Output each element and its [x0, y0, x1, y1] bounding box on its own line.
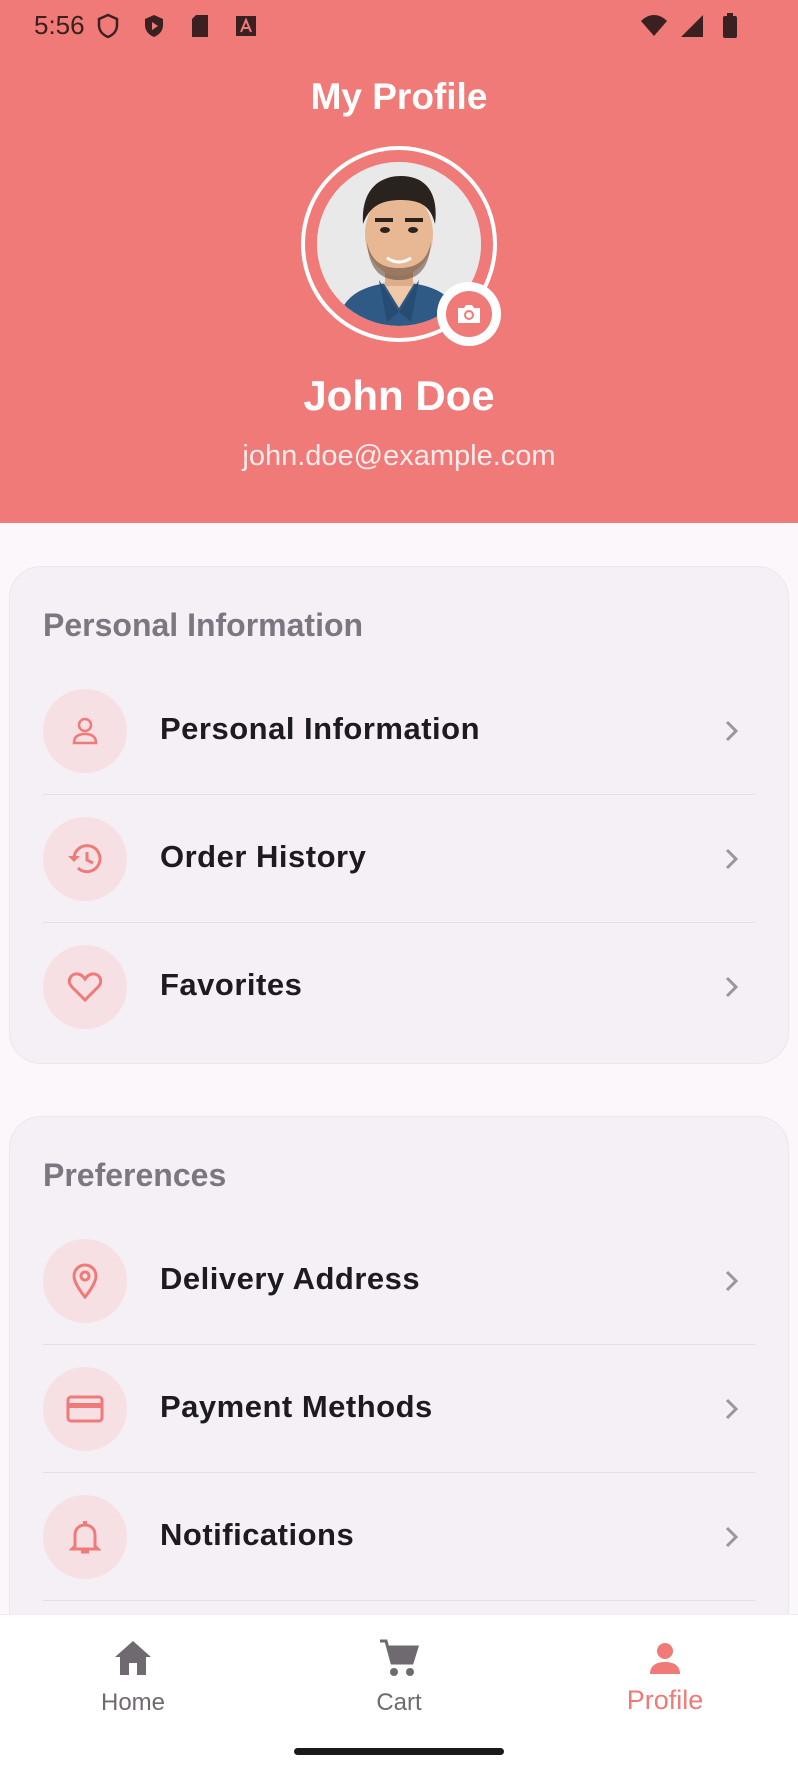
order-history-item[interactable]: Order History [43, 795, 755, 923]
chevron-right-icon [725, 976, 739, 998]
delivery-address-item[interactable]: Delivery Address [43, 1217, 755, 1345]
home-indicator[interactable] [294, 1748, 504, 1755]
chevron-right-icon [725, 1398, 739, 1420]
profile-header: 5:56 My Profile John Doe john.doe@exampl… [0, 0, 798, 523]
play-protect-icon [140, 12, 168, 40]
battery-icon [716, 12, 744, 40]
personal-information-item[interactable]: Personal Information [43, 667, 755, 795]
history-icon [43, 817, 127, 901]
nav-label: Cart [376, 1689, 422, 1716]
home-icon [43, 1633, 223, 1683]
item-label: Personal Information [160, 711, 481, 746]
change-photo-button[interactable] [437, 282, 501, 346]
page-title: My Profile [310, 76, 488, 117]
heart-icon [43, 945, 127, 1029]
divider [43, 1600, 755, 1601]
nav-label: Profile [626, 1685, 704, 1715]
signal-icon [678, 12, 706, 40]
personal-information-card: Personal Information Personal Informatio… [9, 566, 789, 1064]
nav-label: Home [100, 1689, 166, 1716]
item-label: Order History [160, 839, 367, 874]
chevron-right-icon [725, 1526, 739, 1548]
section-title: Personal Information [43, 607, 364, 643]
cart-icon [309, 1633, 489, 1683]
chevron-right-icon [725, 720, 739, 742]
chevron-right-icon [725, 1270, 739, 1292]
item-label: Favorites [160, 967, 303, 1002]
shield-icon [94, 12, 122, 40]
profile-icon [575, 1633, 755, 1683]
section-title: Preferences [43, 1157, 227, 1193]
text-a-icon [232, 12, 260, 40]
status-notification-icons [94, 12, 260, 40]
nav-home[interactable]: Home [43, 1633, 223, 1717]
wifi-icon [640, 12, 668, 40]
payment-methods-item[interactable]: Payment Methods [43, 1345, 755, 1473]
credit-card-icon [43, 1367, 127, 1451]
person-icon [43, 689, 127, 773]
user-email: john.doe@example.com [242, 440, 556, 472]
status-system-icons [640, 12, 744, 40]
favorites-item[interactable]: Favorites [43, 923, 755, 1051]
user-name: John Doe [303, 372, 495, 419]
nav-cart[interactable]: Cart [309, 1633, 489, 1717]
bell-icon [43, 1495, 127, 1579]
nav-profile[interactable]: Profile [575, 1633, 755, 1716]
notifications-item[interactable]: Notifications [43, 1473, 755, 1601]
location-pin-icon [43, 1239, 127, 1323]
status-bar: 5:56 [0, 0, 798, 52]
camera-icon [446, 291, 492, 337]
item-label: Payment Methods [160, 1389, 433, 1424]
chevron-right-icon [725, 848, 739, 870]
status-time: 5:56 [34, 10, 85, 40]
sd-card-icon [186, 12, 214, 40]
item-label: Notifications [160, 1517, 355, 1552]
item-label: Delivery Address [160, 1261, 421, 1296]
